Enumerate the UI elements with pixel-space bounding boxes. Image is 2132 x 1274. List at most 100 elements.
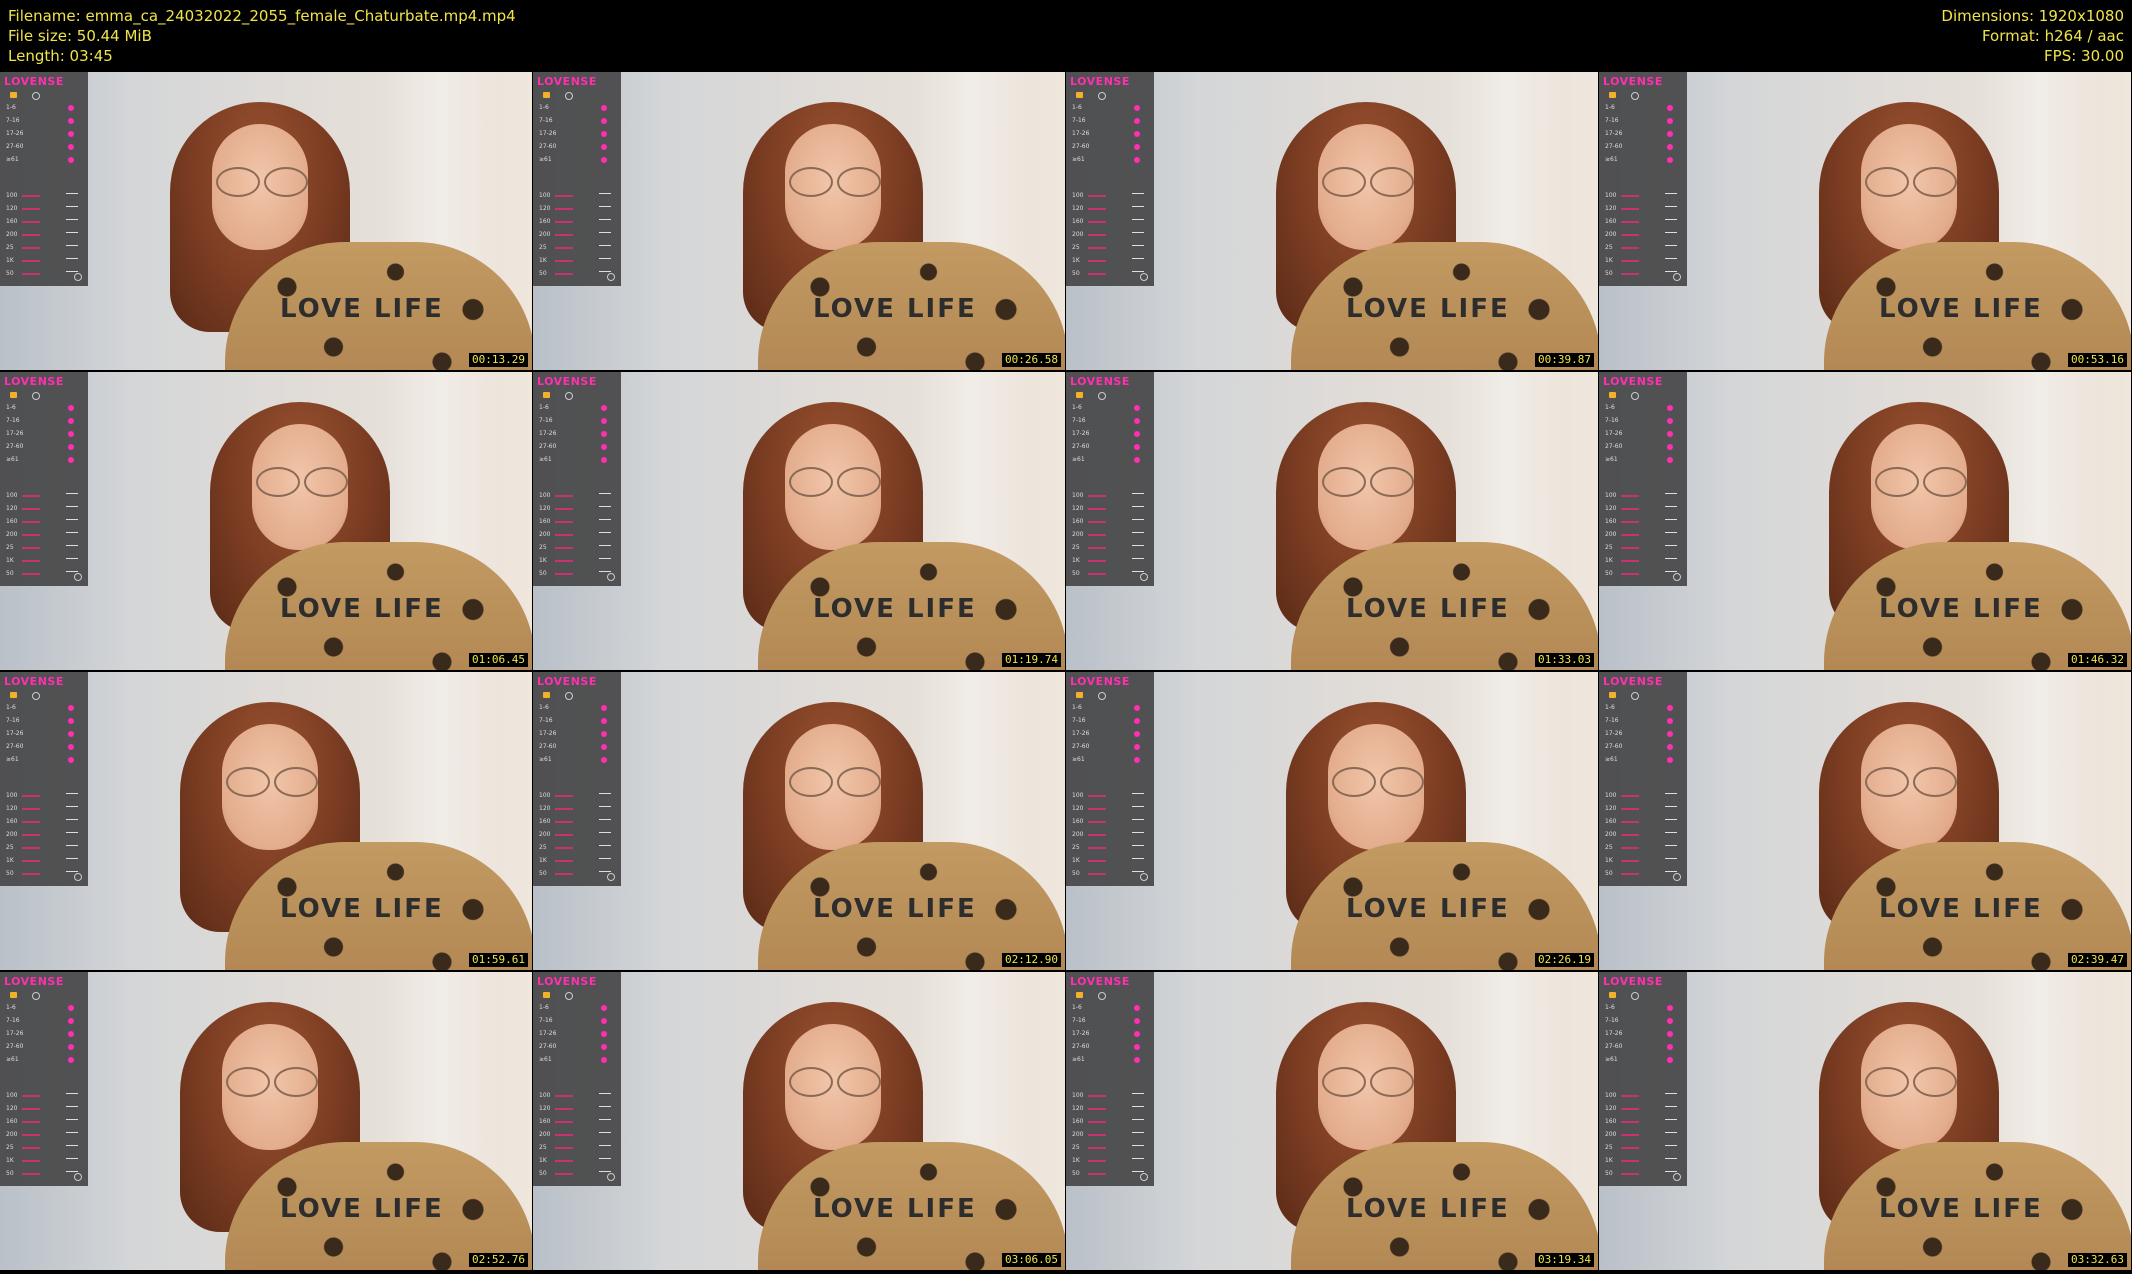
pattern-bar [555,1160,573,1162]
video-frame-thumbnail[interactable]: LOVE LIFE LOVENSE 1-6 7-16 17-26 27-60 ≥61 10… [1599,72,2131,370]
pattern-row: 1K [539,1157,615,1165]
wave-icon [1665,271,1677,277]
pattern-label: 25 [1605,844,1613,851]
pattern-label: 100 [6,192,18,199]
pattern-label: 1K [1605,857,1613,864]
tip-icon [1609,92,1616,98]
level-dot-icon [68,1018,74,1024]
lovense-overlay-panel: LOVENSE 1-6 7-16 17-26 27-60 ≥61 100 120 160 200… [0,372,88,586]
pattern-row: 100 [6,492,82,500]
video-frame-thumbnail[interactable]: LOVE LIFE LOVENSE 1-6 7-16 17-26 27-60 ≥61 10… [1066,372,1598,670]
video-frame-thumbnail[interactable]: LOVE LIFE LOVENSE 1-6 7-16 17-26 27-60 ≥61 10… [1066,72,1598,370]
pattern-label: 25 [6,1144,14,1151]
pattern-label: 50 [1072,270,1080,277]
level-dot-icon [1134,118,1140,124]
pattern-bar [22,560,40,562]
video-frame-thumbnail[interactable]: LOVE LIFE LOVENSE 1-6 7-16 17-26 27-60 ≥61 10… [0,72,532,370]
wave-icon [1132,493,1144,499]
pattern-row: 200 [1072,831,1148,839]
pattern-row: 1K [6,857,82,865]
level-dot-icon [68,744,74,750]
pattern-bar [1088,1134,1106,1136]
video-frame-thumbnail[interactable]: LOVE LIFE LOVENSE 1-6 7-16 17-26 27-60 ≥61 10… [1066,672,1598,970]
filename-text: Filename: emma_ca_24032022_2055_female_C… [8,7,516,25]
pattern-row: 200 [539,531,615,539]
pattern-row: 25 [1605,544,1681,552]
pattern-bar [555,260,573,262]
pattern-label: 160 [6,518,18,525]
pattern-row: 200 [6,831,82,839]
level-label: 17-26 [539,130,557,137]
level-dot-icon [1134,1018,1140,1024]
level-dot-icon [601,405,607,411]
pattern-bar [1088,221,1106,223]
pattern-row: 50 [539,1170,615,1178]
level-dot-icon [601,444,607,450]
level-row: 27-60 [1072,443,1148,451]
wave-icon [599,1093,611,1099]
frame-timestamp: 00:53.16 [2068,353,2127,367]
pattern-bar [22,1160,40,1162]
wave-icon [1132,871,1144,877]
pattern-label: 100 [539,492,551,499]
level-dot-icon [68,731,74,737]
pattern-row: 120 [1072,805,1148,813]
pattern-row: 160 [1072,818,1148,826]
video-frame-thumbnail[interactable]: LOVE LIFE LOVENSE 1-6 7-16 17-26 27-60 ≥61 10… [0,372,532,670]
level-label: 1-6 [6,704,16,711]
level-row: 7-16 [539,417,615,425]
pattern-label: 25 [539,244,547,251]
level-label: 17-26 [6,730,24,737]
file-size-text: File size: 50.44 MiB [8,27,152,45]
video-frame-thumbnail[interactable]: LOVE LIFE LOVENSE 1-6 7-16 17-26 27-60 ≥61 10… [1599,972,2131,1270]
level-row: 1-6 [1605,704,1681,712]
pattern-row: 160 [539,518,615,526]
video-frame-thumbnail[interactable]: LOVE LIFE LOVENSE 1-6 7-16 17-26 27-60 ≥61 10… [533,372,1065,670]
wave-icon [1665,193,1677,199]
video-frame-thumbnail[interactable]: LOVE LIFE LOVENSE 1-6 7-16 17-26 27-60 ≥61 10… [0,972,532,1270]
level-dot-icon [601,131,607,137]
pattern-row: 50 [1605,570,1681,578]
video-frame-thumbnail[interactable]: LOVE LIFE LOVENSE 1-6 7-16 17-26 27-60 ≥61 10… [1599,672,2131,970]
level-dot-icon [1667,157,1673,163]
level-dot-icon [1134,744,1140,750]
glasses-icon [1328,767,1428,797]
lovense-overlay-panel: LOVENSE 1-6 7-16 17-26 27-60 ≥61 100 120 160 200… [1066,72,1154,286]
video-frame-thumbnail[interactable]: LOVE LIFE LOVENSE 1-6 7-16 17-26 27-60 ≥61 10… [533,72,1065,370]
level-label: 27-60 [6,1043,24,1050]
video-frame-thumbnail[interactable]: LOVE LIFE LOVENSE 1-6 7-16 17-26 27-60 ≥61 10… [533,672,1065,970]
lovense-logo: LOVENSE [537,75,597,88]
video-frame-thumbnail[interactable]: LOVE LIFE LOVENSE 1-6 7-16 17-26 27-60 ≥61 10… [0,672,532,970]
pattern-label: 50 [6,1170,14,1177]
pattern-row: 1K [539,257,615,265]
pattern-label: 160 [539,218,551,225]
level-row: 7-16 [539,1017,615,1025]
level-label: 1-6 [6,1004,16,1011]
pattern-bar [1621,1147,1639,1149]
video-frame-thumbnail[interactable]: LOVE LIFE LOVENSE 1-6 7-16 17-26 27-60 ≥61 10… [1066,972,1598,1270]
lovense-overlay-panel: LOVENSE 1-6 7-16 17-26 27-60 ≥61 100 120 160 200… [533,372,621,586]
contact-sheet-header: Filename: emma_ca_24032022_2055_female_C… [0,0,2132,72]
wave-icon [66,858,78,864]
wave-icon [1132,506,1144,512]
video-frame-thumbnail[interactable]: LOVE LIFE LOVENSE 1-6 7-16 17-26 27-60 ≥61 10… [1599,372,2131,670]
clock-icon [565,392,573,400]
wave-icon [1665,871,1677,877]
level-dot-icon [601,418,607,424]
level-dot-icon [1667,1005,1673,1011]
wave-icon [599,493,611,499]
dimensions-text: Dimensions: 1920x1080 [1941,7,2124,25]
pattern-row: 1K [6,557,82,565]
pattern-row: 50 [539,870,615,878]
video-frame-thumbnail[interactable]: LOVE LIFE LOVENSE 1-6 7-16 17-26 27-60 ≥61 10… [533,972,1065,1270]
pattern-bar [22,208,40,210]
lovense-logo: LOVENSE [1603,675,1663,688]
level-label: 7-16 [6,1017,20,1024]
pattern-label: 200 [6,831,18,838]
level-row: 27-60 [6,1043,82,1051]
pattern-label: 120 [6,205,18,212]
level-row: ≥61 [539,156,615,164]
wave-icon [1665,532,1677,538]
level-label: 1-6 [1605,1004,1615,1011]
pattern-bar [22,808,40,810]
